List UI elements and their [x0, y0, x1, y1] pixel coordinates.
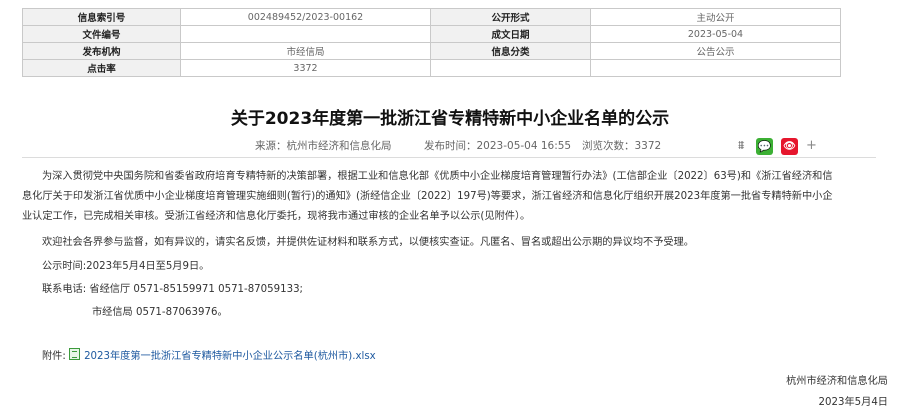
value-publisher: 市经信局	[180, 42, 431, 60]
attachment-row: 附件: 2023年度第一批浙江省专精特新中小企业公示名单(杭州市).xlsx	[42, 348, 376, 364]
wechat-icon[interactable]: 💬	[756, 138, 773, 155]
attachment-label: 附件:	[42, 351, 66, 362]
value-category: 公告公示	[590, 42, 841, 60]
page-title: 关于2023年度第一批浙江省专精特新中小企业名单的公示	[230, 109, 670, 129]
paragraph-line: 业认定工作，已完成相关审核。受浙江省经济和信息化厅委托，现将我市通过审核的企业名…	[22, 211, 531, 222]
signature-date: 2023年5月4日	[818, 397, 888, 408]
value-disclosure-form: 主动公开	[590, 8, 841, 26]
publish-time: 发布时间：2023-05-04 16:55	[424, 140, 572, 152]
share-icon[interactable]: ⩩	[738, 138, 744, 153]
label-disclosure-form: 公开形式	[430, 8, 591, 26]
contact-line: 联系电话: 省经信厅 0571-85159971 0571-87059133;	[42, 284, 303, 295]
label-document-number: 文件编号	[22, 25, 181, 43]
spreadsheet-icon	[69, 348, 81, 360]
signature-organization: 杭州市经济和信息化局	[786, 376, 888, 387]
value-index-number: 002489452/2023-00162	[180, 8, 431, 26]
table-row: 发布机构 市经信局 信息分类 公告公示	[22, 42, 841, 60]
value-click-rate: 3372	[180, 59, 431, 77]
value-written-date: 2023-05-04	[590, 25, 841, 43]
publicity-period: 公示时间:2023年5月4日至5月9日。	[42, 261, 210, 272]
weibo-icon[interactable]: 👁	[781, 138, 798, 155]
table-row: 信息索引号 002489452/2023-00162 公开形式 主动公开	[22, 8, 841, 26]
paragraph-line: 息化厅关于印发浙江省优质中小企业梯度培育管理实施细则(暂行)的通知》(浙经信企业…	[22, 191, 833, 202]
paragraph-line: 为深入贯彻党中央国务院和省委省政府培育专精特新的决策部署，根据工业和信息化部《优…	[42, 171, 833, 182]
label-index-number: 信息索引号	[22, 8, 181, 26]
table-row: 点击率 3372	[22, 59, 841, 77]
article-info-bar: 来源：杭州市经济和信息化局 发布时间：2023-05-04 16:55 浏览次数…	[0, 136, 900, 155]
article-source: 来源：杭州市经济和信息化局	[255, 140, 392, 152]
label-written-date: 成文日期	[430, 25, 591, 43]
label-publisher: 发布机构	[22, 42, 181, 60]
label-category: 信息分类	[430, 42, 591, 60]
divider	[22, 157, 876, 158]
label-click-rate: 点击率	[22, 59, 181, 77]
empty-cell	[430, 59, 591, 77]
view-count: 浏览次数：3372	[582, 140, 662, 152]
paragraph-supervision: 欢迎社会各界参与监督，如有异议的，请实名反馈，并提供佐证材料和联系方式，以便核实…	[42, 237, 694, 248]
empty-cell	[590, 59, 841, 77]
metadata-table: 信息索引号 002489452/2023-00162 公开形式 主动公开 文件编…	[22, 8, 841, 77]
table-row: 文件编号 成文日期 2023-05-04	[22, 25, 841, 43]
value-document-number	[180, 25, 431, 43]
plus-icon[interactable]: +	[806, 138, 817, 153]
contact-line: 市经信局 0571-87063976。	[92, 307, 228, 318]
attachment-link[interactable]: 2023年度第一批浙江省专精特新中小企业公示名单(杭州市).xlsx	[84, 351, 376, 362]
